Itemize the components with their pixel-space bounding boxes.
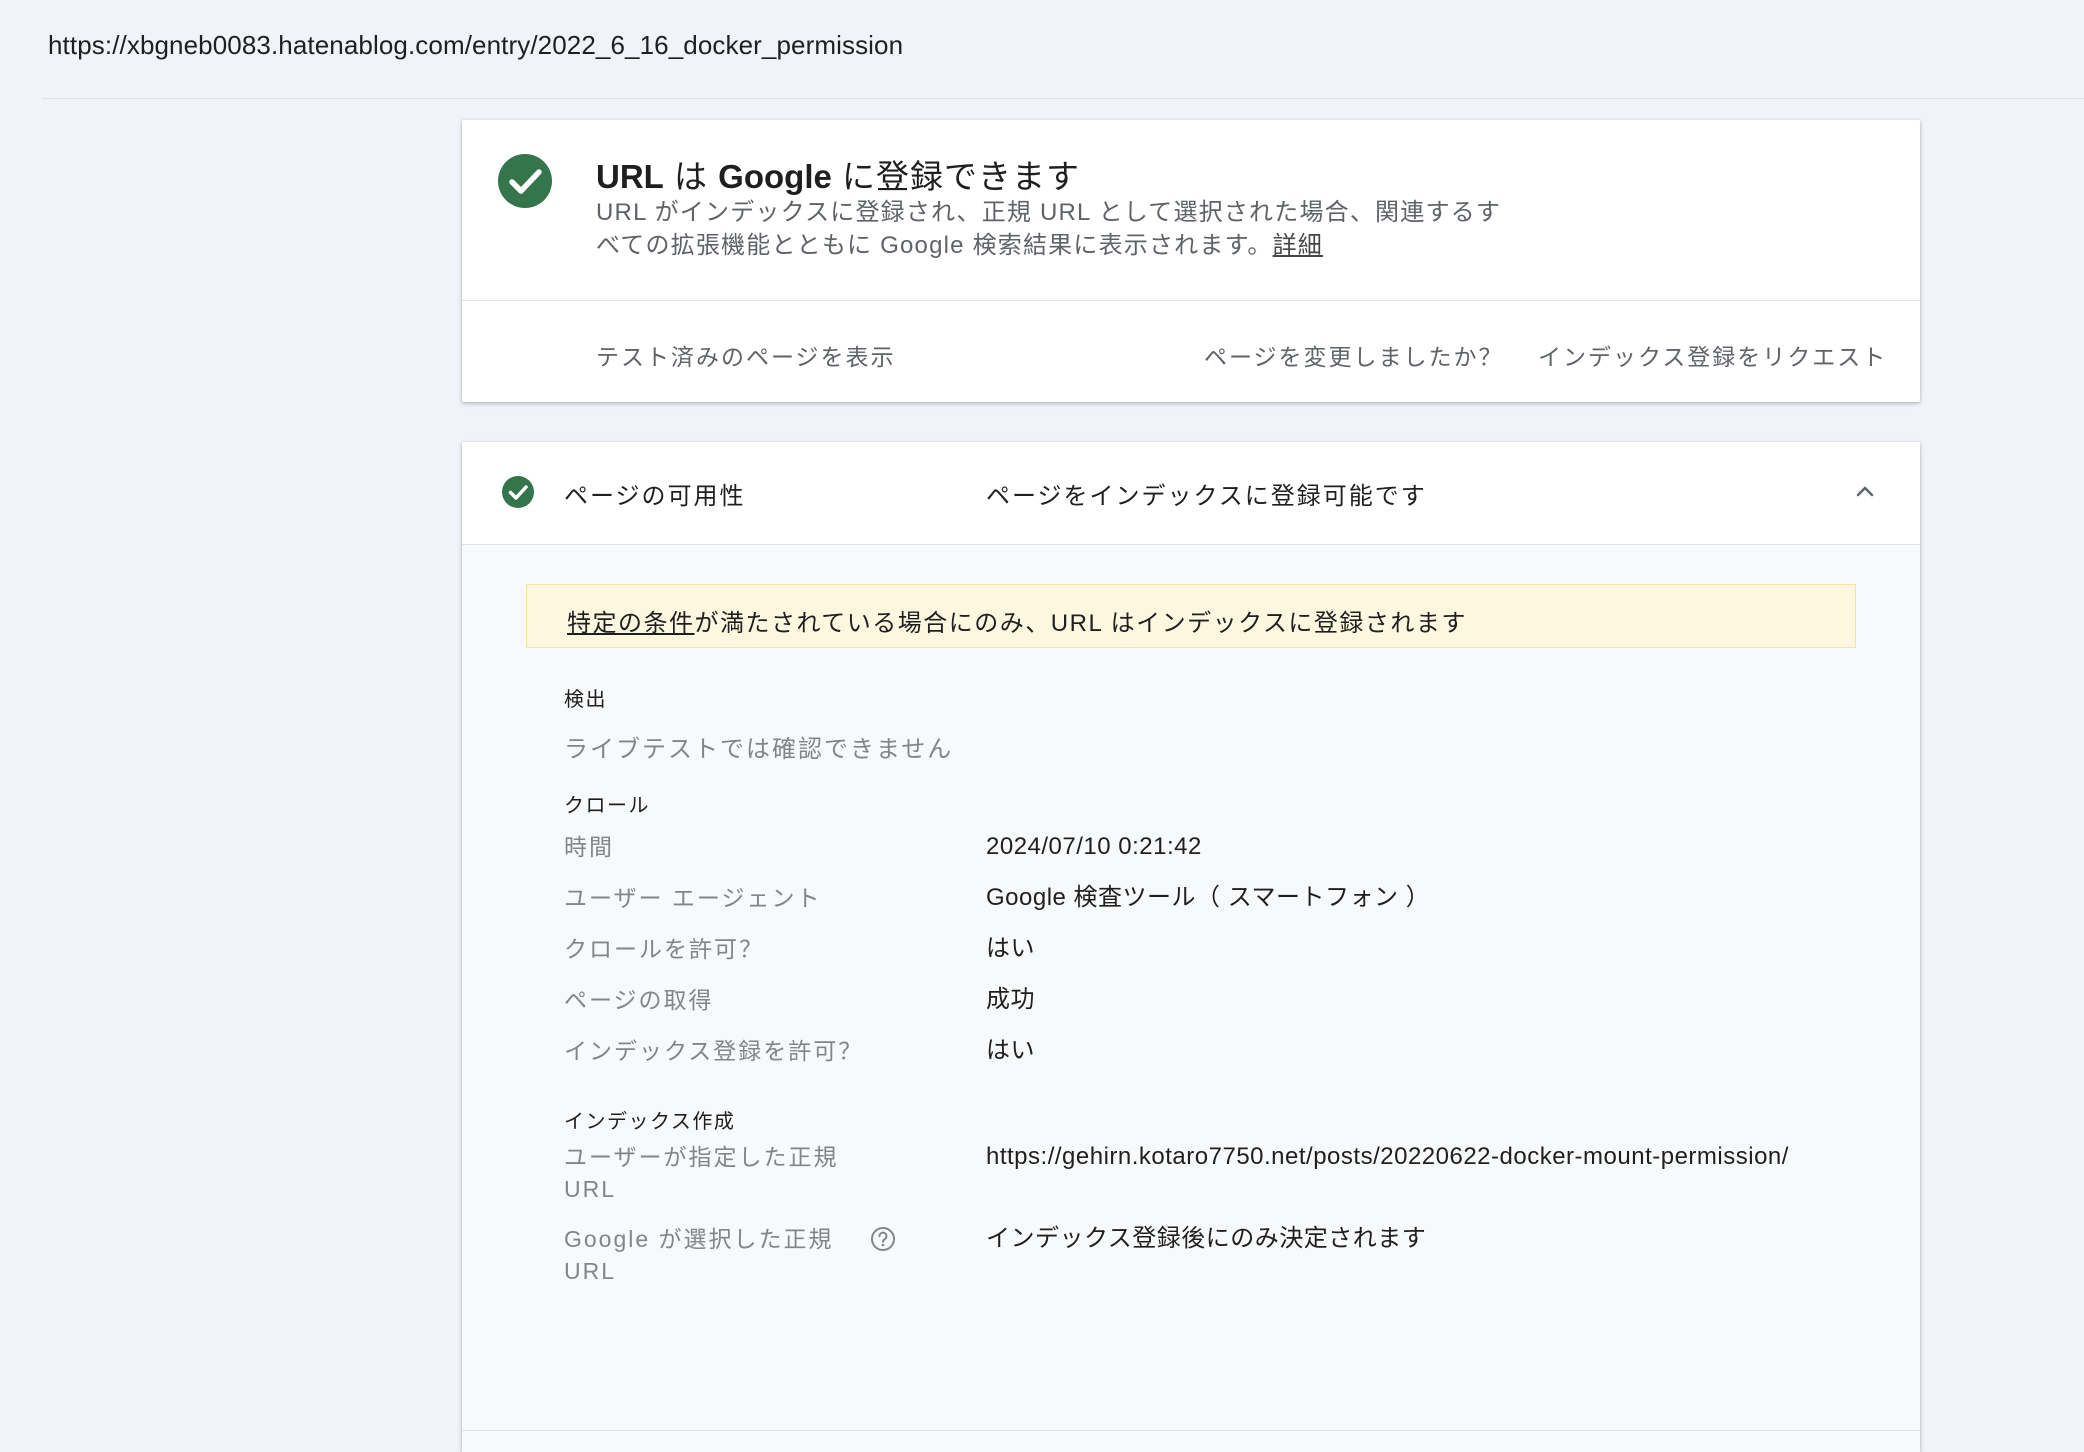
crawl-time-value: 2024/07/10 0:21:42: [986, 833, 1202, 860]
view-tested-page-button[interactable]: テスト済みのページを表示: [596, 338, 896, 372]
details-link[interactable]: 詳細: [1273, 232, 1323, 259]
status-description-line1: URL がインデックスに登録され、正規 URL として選択された場合、関連するす: [596, 199, 1502, 226]
status-title-suffix: に登録できます: [831, 158, 1081, 195]
indexing-section-title: インデックス作成: [564, 1111, 736, 1133]
google-canonical-value: インデックス登録後にのみ決定されます: [986, 1225, 1427, 1252]
status-title-mid: は: [663, 158, 719, 195]
user-canonical-label: ユーザーが指定した正規 URL: [564, 1141, 839, 1205]
availability-body: 特定の条件が満たされている場合にのみ、URL はインデックスに登録されます 検出…: [462, 545, 1920, 1452]
crawl-allowed-label: クロールを許可？: [564, 936, 764, 962]
help-icon[interactable]: [870, 1226, 896, 1252]
check-circle-icon: [498, 154, 552, 208]
indexing-allowed-value: はい: [986, 1037, 1035, 1064]
status-title-url: URL: [596, 158, 664, 195]
status-title: URL は Google に登録できます: [596, 150, 1080, 198]
request-indexing-button[interactable]: インデックス登録をリクエスト: [1538, 338, 1887, 372]
user-agent-value: Google 検査ツール（ スマートフォン ）: [986, 884, 1431, 911]
url-divider: [42, 98, 2084, 99]
conditions-notice-body: が満たされている場合にのみ、URL はインデックスに登録されます: [694, 610, 1467, 637]
availability-card: ページの可用性 ページをインデックスに登録可能です 特定の条件が満たされている場…: [462, 442, 1920, 1452]
status-title-brand: Google: [718, 158, 832, 195]
google-canonical-label: Google が選択した正規 URL: [564, 1223, 834, 1287]
check-circle-icon: [502, 476, 534, 508]
user-agent-label: ユーザー エージェント: [564, 885, 822, 911]
page-changed-button[interactable]: ページを変更しましたか？: [1204, 338, 1504, 372]
url-bar: https://xbgneb0083.hatenablog.com/entry/…: [48, 30, 904, 60]
availability-value: ページをインデックスに登録可能です: [986, 483, 1427, 510]
conditions-link[interactable]: 特定の条件: [567, 610, 695, 637]
page-fetch-value: 成功: [986, 986, 1035, 1013]
user-canonical-label-line1: ユーザーが指定した正規: [564, 1144, 839, 1170]
discovery-section-title: 検出: [564, 689, 607, 711]
status-description-line2: べての拡張機能とともに Google 検索結果に表示されます。詳細: [596, 229, 1516, 262]
page-fetch-label: ページの取得: [564, 987, 714, 1013]
status-card-divider: [462, 300, 1920, 301]
google-canonical-label-line1: Google が選択した正規: [564, 1226, 834, 1252]
user-canonical-label-line2: URL: [564, 1176, 617, 1202]
status-description-line2-text: べての拡張機能とともに Google 検索結果に表示されます。: [596, 232, 1273, 259]
chevron-up-icon[interactable]: [1854, 480, 1876, 502]
availability-label: ページの可用性: [564, 483, 746, 510]
discovery-message: ライブテストでは確認できません: [564, 736, 954, 763]
conditions-notice: 特定の条件が満たされている場合にのみ、URL はインデックスに登録されます: [526, 584, 1856, 648]
crawl-allowed-value: はい: [986, 935, 1035, 962]
availability-header[interactable]: ページの可用性 ページをインデックスに登録可能です: [462, 442, 1920, 545]
crawl-section-title: クロール: [564, 795, 650, 817]
google-canonical-label-line2: URL: [564, 1258, 617, 1284]
indexing-allowed-label: インデックス登録を許可？: [564, 1038, 864, 1064]
status-description: URL がインデックスに登録され、正規 URL として選択された場合、関連するす…: [596, 196, 1516, 262]
availability-bottom-divider: [462, 1430, 1920, 1431]
crawl-time-label: 時間: [564, 834, 614, 860]
user-canonical-value: https://gehirn.kotaro7750.net/posts/2022…: [986, 1143, 1789, 1170]
conditions-notice-text: 特定の条件が満たされている場合にのみ、URL はインデックスに登録されます: [567, 603, 1467, 638]
status-card: URL は Google に登録できます URL がインデックスに登録され、正規…: [462, 120, 1920, 402]
